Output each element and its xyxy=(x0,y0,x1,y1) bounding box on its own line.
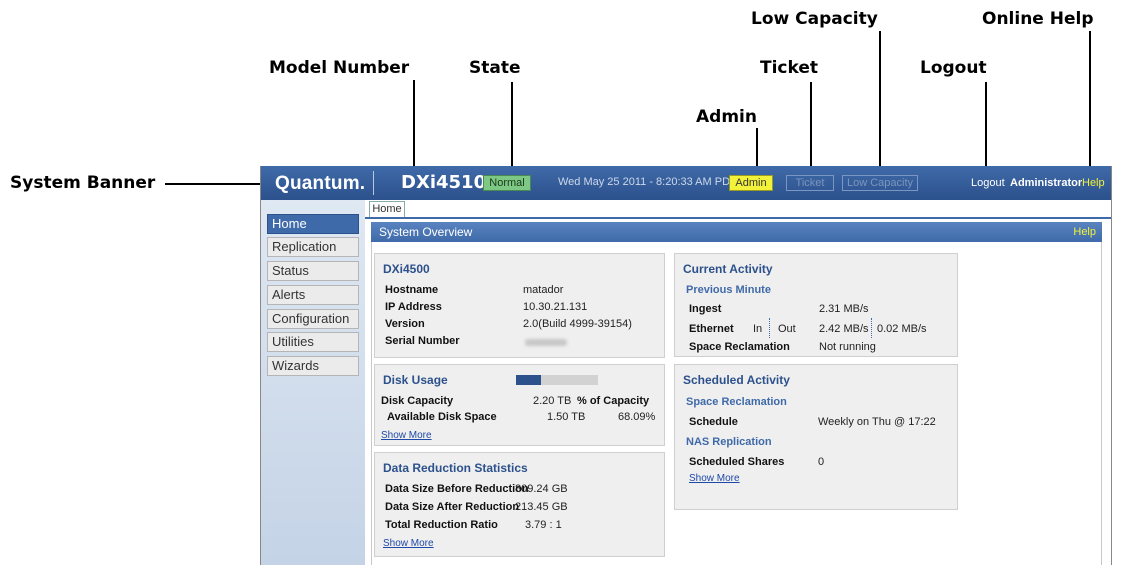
callout-online-help: Online Help xyxy=(982,9,1094,29)
disk-capacity-label: Disk Capacity xyxy=(381,395,454,407)
serial-number-redacted xyxy=(525,339,567,346)
scheduled-activity-panel: Scheduled Activity Space Reclamation Sch… xyxy=(674,364,958,510)
system-banner: Quantum. DXi4510 Normal Wed May 25 2011 … xyxy=(261,166,1111,200)
admin-button[interactable]: Admin xyxy=(729,175,773,191)
callout-ticket-line xyxy=(810,82,812,174)
low-capacity-button[interactable]: Low Capacity xyxy=(842,175,918,191)
data-reduction-panel: Data Reduction Statistics Data Size Befo… xyxy=(374,452,665,557)
callout-online-help-line xyxy=(1089,31,1091,174)
hostname-value: matador xyxy=(523,284,564,296)
current-activity-panel: Current Activity Previous Minute Ingest … xyxy=(674,253,958,357)
callout-system-banner: System Banner xyxy=(10,173,156,193)
overview-content: DXi4500 Hostname matador IP Address 10.3… xyxy=(371,242,1102,565)
tab-bar: Home xyxy=(365,200,1111,217)
left-navigation: Home Replication Status Alerts Configura… xyxy=(261,200,365,565)
nav-item-utilities[interactable]: Utilities xyxy=(267,332,359,352)
space-reclamation-value: Not running xyxy=(819,341,876,353)
ingest-value: 2.31 MB/s xyxy=(819,303,869,315)
scheduled-activity-title: Scheduled Activity xyxy=(683,373,790,387)
current-user: Administrator xyxy=(1010,177,1083,189)
page-help-link[interactable]: Help xyxy=(1073,222,1096,242)
callout-model-number: Model Number xyxy=(269,58,410,78)
tab-home[interactable]: Home xyxy=(369,201,405,217)
callout-ticket: Ticket xyxy=(760,58,819,78)
available-space-percent: 68.09% xyxy=(618,411,656,423)
nav-item-wizards[interactable]: Wizards xyxy=(267,356,359,376)
available-space-value: 1.50 TB xyxy=(547,411,586,423)
nas-replication-subtitle: NAS Replication xyxy=(686,436,772,448)
schedule-value: Weekly on Thu @ 17:22 xyxy=(818,416,936,428)
system-datetime: Wed May 25 2011 - 8:20:33 AM PDT xyxy=(558,176,737,188)
banner-divider xyxy=(373,171,374,195)
callout-logout: Logout xyxy=(920,58,987,78)
capacity-percent-header: % of Capacity xyxy=(577,395,650,407)
ethernet-in-value: 2.42 MB/s xyxy=(819,323,869,335)
size-after-label: Data Size After Reduction xyxy=(385,501,520,513)
disk-usage-bar-fill xyxy=(516,375,542,385)
nav-item-home[interactable]: Home xyxy=(267,214,359,234)
version-value: 2.0(Build 4999-39154) xyxy=(523,318,632,330)
serial-number-label: Serial Number xyxy=(385,335,460,347)
callout-system-banner-line xyxy=(165,183,260,185)
model-number: DXi4510 xyxy=(401,172,487,193)
space-reclamation-label: Space Reclamation xyxy=(689,341,790,353)
nav-item-replication[interactable]: Replication xyxy=(267,237,359,257)
callout-low-capacity: Low Capacity xyxy=(751,9,878,29)
size-after-value: 213.45 GB xyxy=(515,501,568,513)
logout-link[interactable]: Logout xyxy=(971,177,1005,189)
reduction-ratio-label: Total Reduction Ratio xyxy=(385,519,498,531)
current-activity-title: Current Activity xyxy=(683,262,773,276)
callout-state: State xyxy=(469,58,521,78)
nav-item-alerts[interactable]: Alerts xyxy=(267,285,359,305)
ticket-button[interactable]: Ticket xyxy=(786,175,834,191)
ip-address-value: 10.30.21.131 xyxy=(523,301,588,313)
disk-usage-bar xyxy=(516,375,598,385)
disk-usage-title: Disk Usage xyxy=(383,373,448,387)
hostname-label: Hostname xyxy=(385,284,439,296)
app-window: Quantum. DXi4510 Normal Wed May 25 2011 … xyxy=(260,166,1112,565)
callout-admin: Admin xyxy=(696,107,757,127)
ethernet-in-out-divider xyxy=(769,318,770,338)
nav-item-configuration[interactable]: Configuration xyxy=(267,309,359,329)
version-label: Version xyxy=(385,318,425,330)
available-space-label: Available Disk Space xyxy=(387,411,497,423)
size-before-label: Data Size Before Reduction xyxy=(385,483,529,495)
page-title-bar: System Overview Help xyxy=(371,222,1102,242)
state-badge[interactable]: Normal xyxy=(483,175,531,191)
callout-low-capacity-line xyxy=(879,31,881,174)
ip-address-label: IP Address xyxy=(385,301,442,313)
disk-show-more-link[interactable]: Show More xyxy=(381,430,432,441)
scheduled-show-more-link[interactable]: Show More xyxy=(689,473,740,484)
previous-minute-subtitle: Previous Minute xyxy=(686,284,771,296)
system-info-title: DXi4500 xyxy=(383,262,430,276)
system-info-panel: DXi4500 Hostname matador IP Address 10.3… xyxy=(374,253,665,358)
callout-state-line xyxy=(511,82,513,174)
quantum-logo: Quantum. xyxy=(275,173,366,194)
ethernet-out-label: Out xyxy=(778,323,796,335)
data-reduction-title: Data Reduction Statistics xyxy=(383,461,528,475)
ingest-label: Ingest xyxy=(689,303,722,315)
ethernet-in-label: In xyxy=(753,323,763,335)
ethernet-label: Ethernet xyxy=(689,323,734,335)
ethernet-value-divider xyxy=(871,318,872,338)
page-title: System Overview xyxy=(379,225,473,239)
size-before-value: 809.24 GB xyxy=(515,483,568,495)
reduction-show-more-link[interactable]: Show More xyxy=(383,538,434,549)
nav-item-status[interactable]: Status xyxy=(267,261,359,281)
scheduled-shares-value: 0 xyxy=(818,456,825,468)
space-reclamation-subtitle: Space Reclamation xyxy=(686,396,787,408)
online-help-link[interactable]: Help xyxy=(1082,177,1105,189)
ethernet-out-value: 0.02 MB/s xyxy=(877,323,927,335)
main-content: System Overview Help DXi4500 Hostname ma… xyxy=(365,217,1111,565)
disk-capacity-value: 2.20 TB xyxy=(533,395,572,407)
reduction-ratio-value: 3.79 : 1 xyxy=(525,519,562,531)
callout-model-number-line xyxy=(413,80,415,172)
callout-logout-line xyxy=(985,82,987,174)
scheduled-shares-label: Scheduled Shares xyxy=(689,456,785,468)
schedule-label: Schedule xyxy=(689,416,738,428)
disk-usage-panel: Disk Usage Disk Capacity 2.20 TB % of Ca… xyxy=(374,364,665,446)
